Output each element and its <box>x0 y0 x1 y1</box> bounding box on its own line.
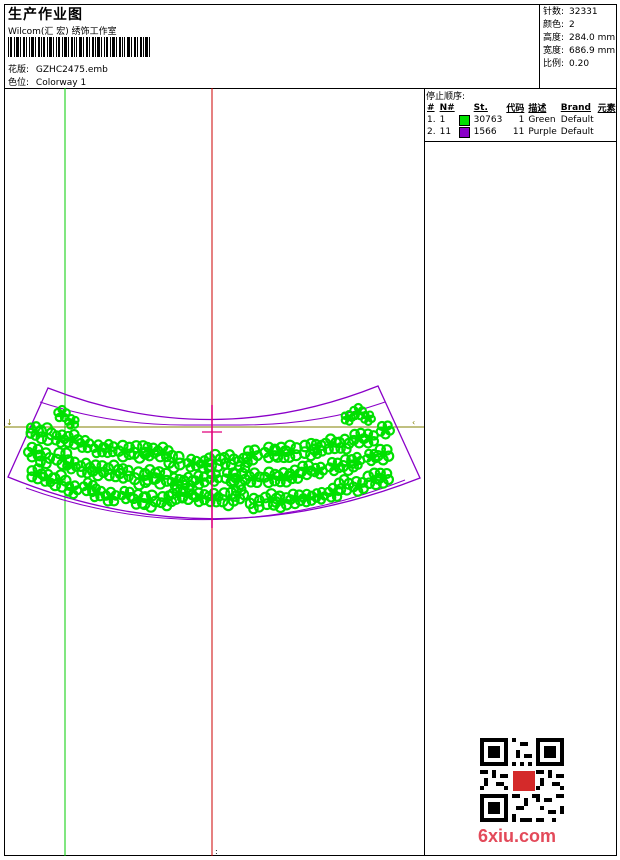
col-index: # <box>427 102 435 113</box>
floral-embroidery <box>22 402 395 515</box>
col-stitches: St. <box>473 102 488 113</box>
barcode <box>8 37 150 57</box>
color-sequence-table: # N# St. 代码 描述 Brand 元素 1. 1 30763 1 Gre… <box>425 101 618 138</box>
flower-motif <box>63 480 83 500</box>
col-needle: N# <box>439 102 455 113</box>
col-description: 描述 <box>528 104 547 114</box>
colorway-info: 色位: Colorway 1 <box>8 75 86 88</box>
col-element: 元素 <box>597 104 616 114</box>
company-name: Wilcom(汇 宏) 绣饰工作室 <box>8 27 117 37</box>
bottom-marker: : <box>215 847 218 856</box>
stat-colors: 颜色: 2 <box>543 20 575 30</box>
flower-motif <box>347 451 366 470</box>
baseline-marker-left: ↓ <box>6 418 13 427</box>
table-header-row: # N# St. 代码 描述 Brand 元素 <box>425 101 618 115</box>
flower-motif <box>155 490 177 512</box>
color-swatch-purple <box>458 126 470 138</box>
flower-motif <box>360 410 376 426</box>
colorway-value: Colorway 1 <box>35 78 87 88</box>
seal-stamp <box>512 770 536 792</box>
flower-motif <box>205 469 223 487</box>
baseline-marker-right: ‹ <box>412 418 415 427</box>
sequence-divider <box>424 141 617 142</box>
embroidery-canvas: ↓ ‹ : <box>4 88 424 856</box>
col-code: 代码 <box>506 104 525 114</box>
page-title: 生产作业图 <box>8 7 83 23</box>
stats-panel: 针数: 32331 颜色: 2 高度: 284.0 mm 宽度: 686.9 mm 比例… <box>543 6 615 71</box>
col-swatch <box>457 101 472 114</box>
flower-motif <box>310 461 328 480</box>
design-label: 花版: <box>8 65 30 75</box>
table-row: 1. 1 30763 1 Green Default <box>427 114 594 126</box>
stat-scale: 比例: 0.20 <box>543 59 590 69</box>
sidebar-divider <box>424 88 425 856</box>
flower-motif <box>22 441 44 463</box>
color-swatch-green <box>458 114 470 126</box>
design-value: GZHC2475.emb <box>35 65 108 75</box>
flower-motif <box>375 420 395 440</box>
watermark-logo: 6xiu.com <box>478 826 557 846</box>
col-brand: Brand <box>560 102 591 113</box>
table-row: 2. 11 1566 11 Purple Default <box>427 126 594 138</box>
colorway-label: 色位: <box>8 78 30 88</box>
stats-divider <box>539 4 540 88</box>
stat-width: 宽度: 686.9 mm <box>543 46 616 56</box>
stat-height: 高度: 284.0 mm <box>543 33 616 43</box>
stat-stitches: 针数: 32331 <box>543 7 598 17</box>
design-info: 花版: GZHC2475.emb <box>8 62 108 75</box>
